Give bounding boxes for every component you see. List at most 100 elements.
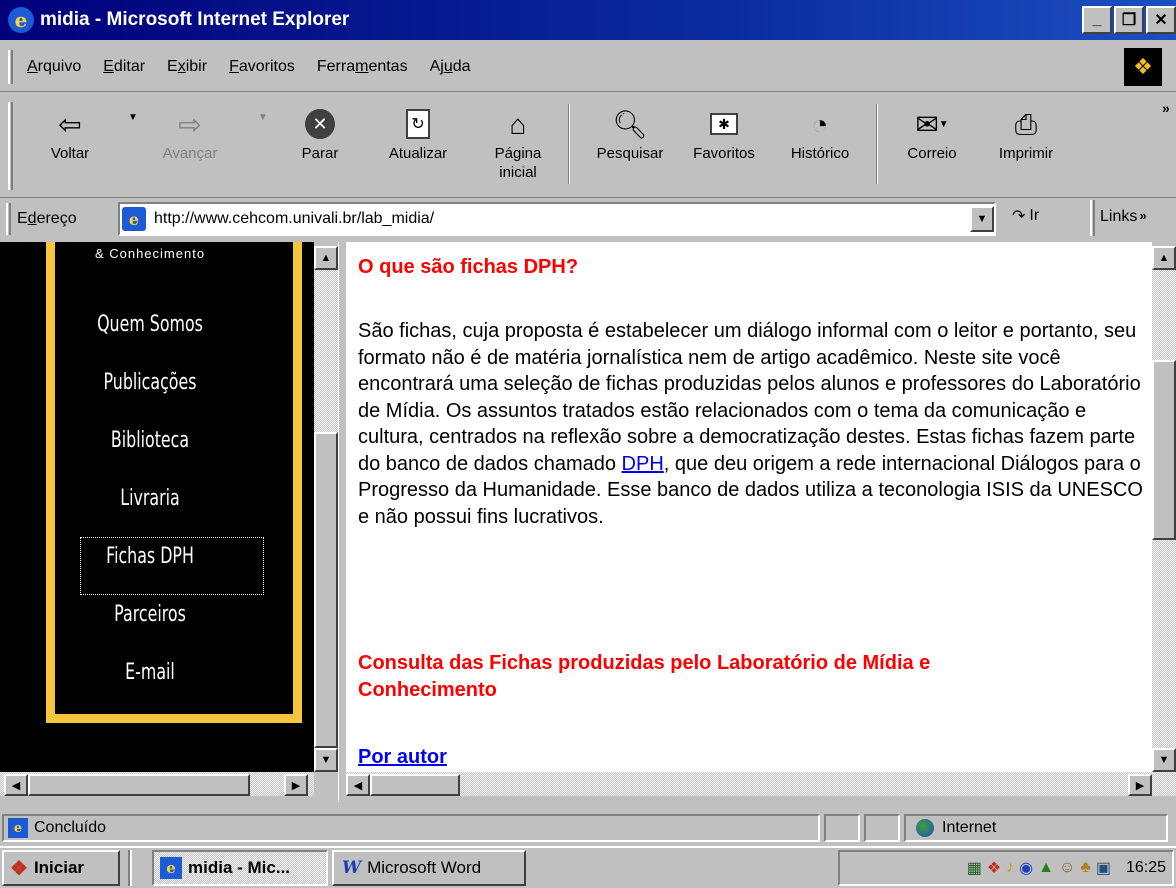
menu-item-0[interactable]: Arquivo [27,58,81,76]
address-grip[interactable] [6,203,11,235]
tray-network-icon[interactable]: ◉ [1019,858,1033,878]
nav-hscroll-thumb[interactable] [28,774,250,796]
nav-link-5[interactable]: Parceiros [42,602,258,627]
go-button[interactable]: ↷ Ir [1012,206,1039,226]
menu-item-label: avoritos [238,57,295,75]
close-button[interactable]: ✕ [1146,6,1176,34]
menu-item-label: F [229,57,239,75]
nav-scroll-up-button[interactable]: ▲ [314,246,338,270]
tray-user-icon[interactable]: ☺ [1059,859,1075,877]
go-label: Ir [1029,207,1040,224]
tray-monitor-icon[interactable]: ▣ [1096,858,1111,878]
refresh-button[interactable]: ↻ Atualizar [378,104,458,190]
links-button[interactable]: Links» [1100,208,1147,226]
restore-icon: ❐ [1121,12,1137,29]
taskbar-ie-window[interactable]: e midia - Mic... [152,850,328,886]
nav-link-1[interactable]: Publicações [42,370,258,395]
window-title: midia - Microsoft Internet Explorer [40,9,350,30]
toolbar-separator [876,104,878,184]
content-scroll-right-button[interactable]: ▶ [1128,774,1152,796]
nav-link-3[interactable]: Livraria [42,486,258,511]
stop-label: Parar [301,145,339,162]
menu-item-label: A [27,57,38,75]
nav-link-6[interactable]: E-mail [42,660,258,685]
favorites-folder-icon: ✱ [710,104,738,144]
nav-scroll-left-button[interactable]: ◀ [4,774,28,796]
search-button[interactable]: 🔍︎ Pesquisar [584,104,676,190]
menu-item-1[interactable]: Editar [103,58,145,76]
menu-grip[interactable] [8,49,13,84]
status-progress-panel [824,814,860,842]
by-author-link[interactable]: Por autor [358,746,447,769]
menu-item-2[interactable]: Ex ibir [167,58,207,76]
nav-tagline: & Conhecimento [94,246,206,261]
address-dropdown-button[interactable]: ▼ [970,206,994,232]
toolbar-chevron-icon[interactable]: » [1162,100,1170,116]
menu-bar: Arquivo Editar Ex ibir Favoritos Ferra m entas A… [0,42,1176,92]
address-input[interactable]: e http://www.cehcom.univali.br/lab_midia… [118,202,996,236]
close-icon: ✕ [1154,12,1168,29]
content-scroll-up-button[interactable]: ▲ [1152,246,1176,270]
refresh-label: Atualizar [388,145,448,162]
content-scroll-down-button[interactable]: ▼ [1152,748,1176,772]
left-arrow-icon: ◀ [11,779,21,792]
forward-button[interactable]: ⇨ Avançar [150,104,230,190]
minimize-button[interactable]: _ [1082,6,1112,34]
nav-link-0[interactable]: Quem Somos [42,312,258,337]
history-button[interactable]: ◔ Histórico [780,104,860,190]
taskbar-word-window[interactable]: W Microsoft Word [332,850,526,886]
start-button[interactable]: ❖ Iniciar [2,850,120,886]
nav-link-2[interactable]: Biblioteca [42,428,258,453]
right-arrow-icon: ▶ [1135,779,1145,792]
print-button[interactable]: ⎙ Imprimir [986,104,1066,190]
back-button[interactable]: ⇦ Voltar [30,104,110,190]
internet-globe-icon [916,819,934,837]
menu-item-4[interactable]: Ferra m entas [317,58,408,76]
menu-item-label: E [167,57,178,75]
tray-acrobat-icon[interactable]: ▲ [1038,859,1054,877]
dph-link[interactable]: DPH [622,453,664,475]
forward-dropdown-icon[interactable]: ▼ [258,112,268,123]
content-hscroll-thumb[interactable] [370,774,460,796]
title-bar[interactable]: e midia - Microsoft Internet Explorer [0,0,1176,40]
menu-item-label: ibir [185,57,208,75]
heading-consult-fichas: Consulta das Fichas produzidas pelo Labo… [358,652,931,701]
content-frame: O que são fichas DPH? São fichas, cuja p… [346,242,1152,772]
toolbar-grip[interactable] [8,102,13,190]
dropdown-arrow-icon: ▼ [976,213,988,225]
nav-scroll-down-button[interactable]: ▼ [314,748,338,772]
address-url: http://www.cehcom.univali.br/lab_midia/ [154,210,435,227]
home-label-line2: inicial [499,164,537,181]
tray-scheduler-icon[interactable]: ▦ [967,858,982,878]
favorites-button[interactable]: ✱ Favoritos [682,104,766,190]
restore-button[interactable]: ❐ [1114,6,1144,34]
tray-app-icon[interactable]: ❖ [987,858,1001,878]
favorites-label: Favoritos [693,145,755,162]
up-arrow-icon: ▲ [1158,252,1170,264]
refresh-icon: ↻ [406,104,430,144]
content-scroll-thumb[interactable] [1152,360,1176,540]
frame-divider[interactable] [338,242,346,802]
word-icon: W [342,858,362,878]
mail-button[interactable]: ✉ ▼ Correio [892,104,972,190]
nav-scroll-thumb[interactable] [314,432,338,748]
volume-icon[interactable]: ♪ [1006,859,1014,877]
stop-button[interactable]: ✕ Parar [280,104,360,190]
menu-item-5[interactable]: Aj u da [430,58,471,76]
links-grip[interactable] [1090,200,1095,236]
clock[interactable]: 16:25 [1126,859,1166,877]
search-globe-icon: 🔍︎ [612,108,648,140]
back-dropdown-icon[interactable]: ▼ [128,112,138,123]
content-scroll-left-button[interactable]: ◀ [346,774,370,796]
address-label: Edereço [17,210,77,227]
description-text: São fichas, cuja proposta é estabelecer … [358,320,1141,475]
menu-item-3[interactable]: Favoritos [229,58,295,76]
tray-misc-icon[interactable]: ♣ [1080,859,1091,877]
system-tray: ▦ ❖ ♪ ◉ ▲ ☺ ♣ ▣ 16:25 [838,850,1174,886]
mail-icon: ✉ ▼ [915,108,949,140]
content-horizontal-scrollbar[interactable] [346,772,1176,796]
nav-scroll-right-button[interactable]: ▶ [284,774,308,796]
home-button[interactable]: ⌂ Página inicial [478,104,558,190]
home-icon: ⌂ [509,108,527,140]
stop-icon: ✕ [305,104,335,144]
